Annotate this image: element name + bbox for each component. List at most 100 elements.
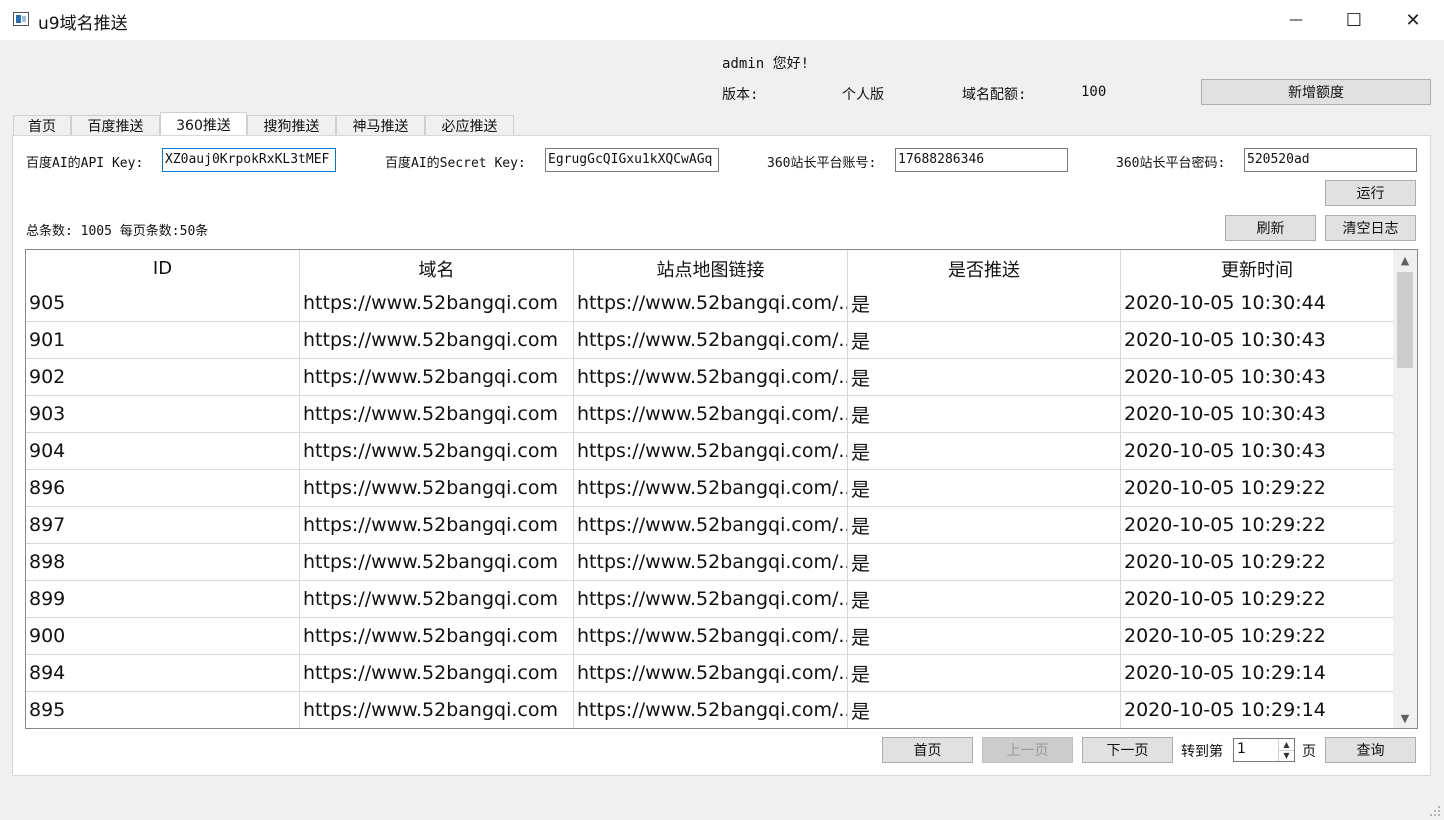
cell-pushed: 是 bbox=[848, 396, 1121, 432]
scroll-thumb[interactable] bbox=[1397, 272, 1413, 368]
cell-id: 905 bbox=[26, 285, 300, 321]
maximize-icon: ☐ bbox=[1345, 9, 1363, 31]
cell-pushed: 是 bbox=[848, 322, 1121, 358]
cell-id: 901 bbox=[26, 322, 300, 358]
refresh-button[interactable]: 刷新 bbox=[1225, 215, 1316, 241]
cell-id: 903 bbox=[26, 396, 300, 432]
tab-baidu[interactable]: 百度推送 bbox=[71, 115, 160, 136]
maximize-button[interactable]: ☐ bbox=[1325, 0, 1383, 40]
tab-bing[interactable]: 必应推送 bbox=[425, 115, 514, 136]
cell-id: 895 bbox=[26, 692, 300, 728]
vertical-scrollbar[interactable]: ▲ ▼ bbox=[1393, 250, 1417, 728]
quota-value: 100 bbox=[1081, 84, 1107, 100]
table-row[interactable]: 903 https://www.52bangqi.com https://www.5… bbox=[26, 396, 1393, 433]
page-number-value[interactable]: 1 bbox=[1237, 741, 1246, 757]
tab-home[interactable]: 首页 bbox=[13, 115, 71, 136]
cell-domain: https://www.52bangqi.com bbox=[300, 433, 574, 469]
domain-table[interactable]: ID 域名 站点地图链接 是否推送 更新时间 905 https://www.52… bbox=[25, 249, 1418, 729]
cell-time: 2020-10-05 10:29:22 bbox=[1124, 477, 1326, 499]
cell-pushed: 是 bbox=[848, 359, 1121, 395]
cell-time: 2020-10-05 10:30:43 bbox=[1124, 403, 1326, 425]
cell-time: 2020-10-05 10:30:43 bbox=[1124, 366, 1326, 388]
close-icon: ✕ bbox=[1405, 9, 1421, 31]
cell-sitemap: https://www.52bangqi.com/... bbox=[574, 322, 848, 358]
table-row[interactable]: 905 https://www.52bangqi.com https://www.5… bbox=[26, 285, 1393, 322]
account-label: 360站长平台账号: bbox=[767, 156, 877, 171]
cell-time: 2020-10-05 10:30:44 bbox=[1124, 292, 1326, 314]
table-row[interactable]: 899 https://www.52bangqi.com https://www.5… bbox=[26, 581, 1393, 618]
column-header-id[interactable]: ID bbox=[26, 250, 300, 285]
cell-pushed: 是 bbox=[848, 470, 1121, 506]
run-button[interactable]: 运行 bbox=[1325, 180, 1416, 206]
api-key-input[interactable]: XZ0auj0KrpokRxKL3tMEF bbox=[162, 148, 336, 172]
cell-id: 900 bbox=[26, 618, 300, 654]
table-row[interactable]: 902 https://www.52bangqi.com https://www.5… bbox=[26, 359, 1393, 396]
cell-pushed: 是 bbox=[848, 433, 1121, 469]
cell-time: 2020-10-05 10:30:43 bbox=[1124, 329, 1326, 351]
cell-time: 2020-10-05 10:29:22 bbox=[1124, 588, 1326, 610]
clear-log-button[interactable]: 清空日志 bbox=[1325, 215, 1416, 241]
first-page-button[interactable]: 首页 bbox=[882, 737, 973, 763]
query-button[interactable]: 查询 bbox=[1325, 737, 1416, 763]
close-button[interactable]: ✕ bbox=[1384, 0, 1442, 40]
table-row[interactable]: 896 https://www.52bangqi.com https://www.5… bbox=[26, 470, 1393, 507]
cell-id: 902 bbox=[26, 359, 300, 395]
cell-sitemap: https://www.52bangqi.com/... bbox=[574, 507, 848, 543]
tab-shenma[interactable]: 神马推送 bbox=[336, 115, 425, 136]
scroll-up-icon[interactable]: ▲ bbox=[1393, 250, 1417, 270]
account-input[interactable]: 17688286346 bbox=[895, 148, 1068, 172]
version-label: 版本: bbox=[722, 87, 759, 103]
password-input[interactable]: 520520ad bbox=[1244, 148, 1417, 172]
cell-sitemap: https://www.52bangqi.com/... bbox=[574, 581, 848, 617]
cell-pushed: 是 bbox=[848, 655, 1121, 691]
column-header-sitemap[interactable]: 站点地图链接 bbox=[574, 250, 848, 285]
column-header-domain[interactable]: 域名 bbox=[300, 250, 574, 285]
table-row[interactable]: 895 https://www.52bangqi.com https://www.5… bbox=[26, 692, 1393, 728]
cell-sitemap: https://www.52bangqi.com/... bbox=[574, 470, 848, 506]
table-row[interactable]: 897 https://www.52bangqi.com https://www.5… bbox=[26, 507, 1393, 544]
cell-id: 899 bbox=[26, 581, 300, 617]
cell-sitemap: https://www.52bangqi.com/... bbox=[574, 692, 848, 728]
cell-pushed: 是 bbox=[848, 692, 1121, 728]
prev-page-button[interactable]: 上一页 bbox=[982, 737, 1073, 763]
cell-sitemap: https://www.52bangqi.com/... bbox=[574, 396, 848, 432]
cell-time: 2020-10-05 10:29:22 bbox=[1124, 551, 1326, 573]
add-quota-button[interactable]: 新增额度 bbox=[1201, 79, 1431, 105]
greeting-text: admin 您好! bbox=[722, 56, 810, 72]
summary-text: 总条数: 1005 每页条数:50条 bbox=[26, 224, 209, 239]
resize-grip-icon[interactable] bbox=[1429, 805, 1441, 817]
goto-label: 转到第 bbox=[1181, 744, 1223, 760]
table-row[interactable]: 900 https://www.52bangqi.com https://www.5… bbox=[26, 618, 1393, 655]
scroll-down-icon[interactable]: ▼ bbox=[1393, 708, 1417, 728]
version-value: 个人版 bbox=[842, 87, 884, 103]
cell-domain: https://www.52bangqi.com bbox=[300, 618, 574, 654]
column-header-pushed[interactable]: 是否推送 bbox=[848, 250, 1121, 285]
page-spinbox[interactable]: 1 ▲ ▼ bbox=[1233, 738, 1295, 762]
cell-pushed: 是 bbox=[848, 618, 1121, 654]
table-row[interactable]: 894 https://www.52bangqi.com https://www.5… bbox=[26, 655, 1393, 692]
cell-domain: https://www.52bangqi.com bbox=[300, 470, 574, 506]
tab-360[interactable]: 360推送 bbox=[160, 112, 247, 136]
minimize-button[interactable]: — bbox=[1267, 0, 1325, 40]
column-header-time[interactable]: 更新时间 bbox=[1121, 250, 1393, 285]
cell-sitemap: https://www.52bangqi.com/... bbox=[574, 618, 848, 654]
tab-sogou[interactable]: 搜狗推送 bbox=[247, 115, 336, 136]
quota-label: 域名配额: bbox=[962, 87, 1027, 103]
next-page-button[interactable]: 下一页 bbox=[1082, 737, 1173, 763]
secret-key-input[interactable]: EgrugGcQIGxu1kXQCwAGq bbox=[545, 148, 719, 172]
window-title: u9域名推送 bbox=[38, 14, 128, 34]
cell-domain: https://www.52bangqi.com bbox=[300, 581, 574, 617]
secret-key-label: 百度AI的Secret Key: bbox=[385, 156, 526, 171]
table-row[interactable]: 901 https://www.52bangqi.com https://www.5… bbox=[26, 322, 1393, 359]
cell-id: 894 bbox=[26, 655, 300, 691]
table-row[interactable]: 898 https://www.52bangqi.com https://www.5… bbox=[26, 544, 1393, 581]
cell-sitemap: https://www.52bangqi.com/... bbox=[574, 359, 848, 395]
cell-domain: https://www.52bangqi.com bbox=[300, 544, 574, 580]
table-row[interactable]: 904 https://www.52bangqi.com https://www.5… bbox=[26, 433, 1393, 470]
cell-time: 2020-10-05 10:30:43 bbox=[1124, 440, 1326, 462]
minimize-icon: — bbox=[1289, 12, 1303, 28]
cell-domain: https://www.52bangqi.com bbox=[300, 359, 574, 395]
cell-time: 2020-10-05 10:29:14 bbox=[1124, 662, 1326, 684]
cell-domain: https://www.52bangqi.com bbox=[300, 507, 574, 543]
spin-down-icon[interactable]: ▼ bbox=[1278, 750, 1294, 761]
